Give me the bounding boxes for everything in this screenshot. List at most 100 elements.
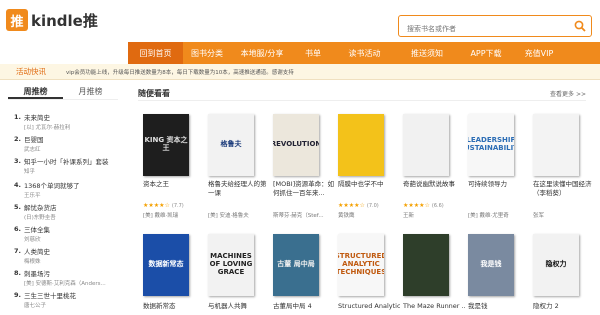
cover-text: 数据新常态: [148, 260, 184, 269]
ranking-item[interactable]: 3. 知乎一小时「补课系列」套装 知乎: [14, 156, 118, 175]
book-cover[interactable]: 数据新常态: [143, 234, 189, 296]
book-cover[interactable]: 隐权力: [533, 234, 579, 296]
cover-text: 我是钱: [480, 260, 502, 269]
book-cover[interactable]: KING 资本之王: [143, 114, 189, 176]
book-title[interactable]: 奇葩说幽默说故事: [403, 180, 465, 198]
rank-title[interactable]: 未来简史: [24, 112, 50, 122]
rank-author: 唐七公子: [24, 303, 47, 309]
rank-title[interactable]: 知乎一小时「补课系列」套装: [24, 156, 109, 166]
notice-bar: 活动快讯 vip会员功能上线，升级每日推送数量为8本，每日下载数量为10本，高速…: [0, 64, 600, 80]
book-cover[interactable]: LEADERSHIP SUSTAINABILITY: [468, 114, 514, 176]
book-cover[interactable]: 我是钱: [468, 234, 514, 296]
rank-title[interactable]: 三体全集: [24, 224, 50, 234]
more-link[interactable]: 查看更多 >>: [550, 89, 586, 98]
book-title[interactable]: 与机器人共舞: [208, 302, 270, 311]
section-divider: [138, 100, 586, 101]
book-title[interactable]: 隔膜中也学不中: [338, 180, 400, 198]
site-logo[interactable]: 推 kindle推: [6, 9, 98, 31]
rank-title[interactable]: 人类简史: [24, 246, 50, 256]
nav-share[interactable]: 本地服/分享: [231, 42, 293, 64]
book-author: 黄铁鹰: [338, 213, 355, 219]
book-title[interactable]: 古董局中局 4: [273, 302, 335, 311]
rank-title[interactable]: 三生三世十里桃花: [24, 290, 76, 300]
book-title[interactable]: 可持续领导力: [468, 180, 530, 198]
book-title[interactable]: Structured Analytic...: [338, 302, 400, 311]
book-author: [美] 安迪·格鲁夫: [208, 213, 249, 219]
ranking-item[interactable]: 5. 解忧杂货店 (日)东野圭吾: [14, 202, 118, 221]
tab-monthly[interactable]: 月推榜: [63, 84, 118, 99]
book-title[interactable]: [MOBI]资源革命：如何抓住一百年来...: [273, 180, 335, 198]
book-author: 王新: [403, 213, 415, 219]
ranking-item[interactable]: 4. 1368个单词就够了 王乐平: [14, 180, 118, 199]
nav-push-notice[interactable]: 推送须知: [396, 42, 458, 64]
rank-title[interactable]: 1368个单词就够了: [24, 180, 80, 190]
main-nav: 回到首页 图书分类 本地服/分享 书单 读书活动 推送须知 APP下载 充值VI…: [128, 42, 600, 64]
book-title[interactable]: The Maze Runner ...: [403, 302, 465, 311]
rating-score: (6.6): [431, 203, 444, 209]
rank-author: [以] 尤瓦尔·赫拉利: [24, 125, 71, 131]
logo-text: kindle推: [31, 11, 98, 30]
tab-weekly[interactable]: 周推榜: [8, 84, 63, 99]
book-author: [美] 戴维·尤里奇: [468, 213, 509, 219]
book-title[interactable]: 隐权力 2: [533, 302, 595, 311]
rank-number: 7.: [14, 247, 21, 255]
book-cover[interactable]: [338, 114, 384, 176]
rank-number: 4.: [14, 181, 21, 189]
nav-vip[interactable]: 充值VIP: [514, 42, 564, 64]
book-title[interactable]: 在这里读懂中国经济（李稻葵）: [533, 180, 595, 198]
nav-booklist[interactable]: 书单: [293, 42, 333, 64]
rank-title[interactable]: 解忧杂货店: [24, 202, 57, 212]
nav-app-download[interactable]: APP下载: [458, 42, 514, 64]
book-rating: ★★★★☆ (7.0): [338, 202, 379, 209]
book-cover[interactable]: MACHINES OF LOVING GRACE: [208, 234, 254, 296]
cover-text: STRUCTURED ANALYTIC TECHNIQUES: [338, 252, 384, 276]
book-cover[interactable]: [403, 114, 449, 176]
book-rating: ★★★★☆ (6.6): [403, 202, 444, 209]
ranking-item[interactable]: 1. 未来简史 [以] 尤瓦尔·赫拉利: [14, 112, 118, 131]
rank-author: 刘慈欣: [24, 237, 41, 243]
rank-number: 5.: [14, 203, 21, 211]
rating-stars: ★★★★☆: [403, 202, 430, 209]
ranking-item[interactable]: 9. 三生三世十里桃花 唐七公子: [14, 290, 118, 309]
search-icon[interactable]: [574, 20, 586, 32]
cover-text: REVOLUTION: [273, 140, 319, 149]
rank-author: [美] 安德斯·艾利克森（Anders...: [24, 281, 106, 287]
rank-author: 知乎: [24, 169, 36, 175]
book-cover[interactable]: [403, 234, 449, 296]
rank-author: 梅根姝: [24, 259, 41, 265]
book-cover[interactable]: REVOLUTION: [273, 114, 319, 176]
notice-text[interactable]: vip会员功能上线，升级每日推送数量为8本，每日下载数量为10本，高速推送通道。…: [60, 68, 294, 76]
book-cover[interactable]: [533, 114, 579, 176]
book-title[interactable]: 我是钱: [468, 302, 530, 311]
logo-badge: 推: [6, 9, 28, 31]
book-rating: ★★★★☆ (7.7): [143, 202, 184, 209]
rank-number: 1.: [14, 113, 21, 121]
ranking-item[interactable]: 6. 三体全集 刘慈欣: [14, 224, 118, 243]
cover-text: KING 资本之王: [144, 136, 188, 152]
cover-text: 隐权力: [545, 260, 567, 269]
rank-title[interactable]: 刺墨场污: [24, 268, 50, 278]
book-cover[interactable]: 格鲁夫: [208, 114, 254, 176]
rating-score: (7.0): [366, 203, 379, 209]
book-author: 张军: [533, 213, 545, 219]
rating-stars: ★★★★☆: [143, 202, 170, 209]
book-title[interactable]: 数据新常态: [143, 302, 205, 311]
nav-activities[interactable]: 读书活动: [333, 42, 396, 64]
nav-home[interactable]: 回到首页: [128, 42, 183, 64]
ranking-item[interactable]: 7. 人类简史梅根姝: [14, 246, 118, 265]
rank-author: (日)东野圭吾: [24, 215, 56, 221]
rank-title[interactable]: 巨婴国: [24, 134, 44, 144]
ranking-item[interactable]: 8. 刺墨场污 [美] 安德斯·艾利克森（Anders...: [14, 268, 118, 287]
book-author: 斯蒂芬·赫克（Stef...: [273, 213, 324, 219]
ranking-item[interactable]: 2. 巨婴国 武志红: [14, 134, 118, 153]
search-box: [398, 15, 592, 39]
book-title[interactable]: 格鲁夫给经理人的第一课: [208, 180, 270, 198]
book-cover[interactable]: 古董 局中局: [273, 234, 319, 296]
book-cover[interactable]: STRUCTURED ANALYTIC TECHNIQUES: [338, 234, 384, 296]
book-title[interactable]: 资本之王: [143, 180, 205, 198]
rank-author: 武志红: [24, 147, 41, 153]
nav-categories[interactable]: 图书分类: [183, 42, 231, 64]
rating-stars: ★★★★☆: [338, 202, 365, 209]
search-input[interactable]: [399, 19, 569, 39]
ranking-tabs: 周推榜 月推榜: [8, 84, 118, 100]
